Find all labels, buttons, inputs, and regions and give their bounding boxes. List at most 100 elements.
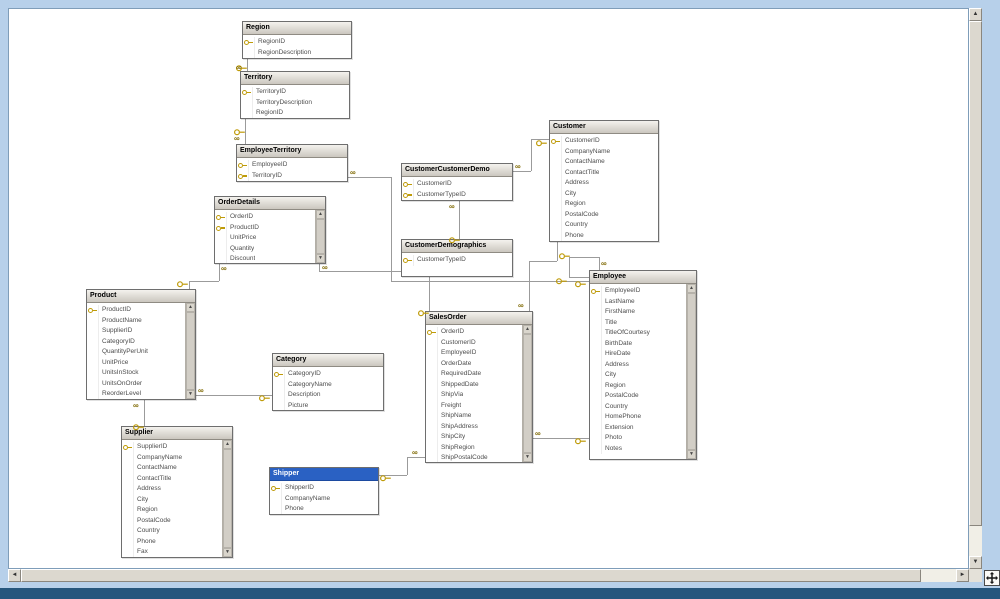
field-row[interactable]: ContactTitle	[550, 168, 658, 179]
field-row[interactable]: CompanyName	[550, 147, 658, 158]
field-row[interactable]: Discount	[215, 254, 315, 263]
table-title[interactable]: Territory	[241, 72, 349, 85]
field-row[interactable]: Phone	[550, 231, 658, 242]
field-row[interactable]: ShipPostalCode	[426, 453, 522, 462]
field-row[interactable]: Notes	[590, 444, 686, 455]
field-row[interactable]: CompanyName	[122, 453, 222, 464]
field-row[interactable]: SupplierID	[122, 442, 222, 453]
table-scrollbar[interactable]: ▲▼	[315, 210, 325, 263]
relationship-segment[interactable]	[407, 457, 425, 458]
table-scroll-thumb[interactable]	[223, 449, 232, 548]
relationship-segment[interactable]	[429, 271, 430, 311]
scroll-up-button[interactable]: ▲	[969, 8, 982, 21]
field-row[interactable]: ShipVia	[426, 390, 522, 401]
table-title[interactable]: EmployeeTerritory	[237, 145, 347, 158]
field-row[interactable]: CategoryName	[273, 380, 383, 391]
table-scroll-thumb[interactable]	[186, 312, 195, 390]
table-scroll-down-button[interactable]: ▼	[316, 254, 325, 263]
table-supplier[interactable]: SupplierSupplierIDCompanyNameContactName…	[121, 426, 233, 558]
field-row[interactable]: ShipRegion	[426, 443, 522, 454]
relationship-segment[interactable]	[407, 457, 408, 475]
table-employeeterritory[interactable]: EmployeeTerritoryEmployeeIDTerritoryID	[236, 144, 348, 182]
relationship-segment[interactable]	[531, 139, 532, 171]
relationship-segment[interactable]	[529, 261, 557, 262]
table-title[interactable]: OrderDetails	[215, 197, 325, 210]
field-row[interactable]: UnitsInStock	[87, 368, 185, 379]
field-row[interactable]: BirthDate	[590, 339, 686, 350]
relationship-segment[interactable]	[529, 261, 530, 311]
field-row[interactable]: ShipAddress	[426, 422, 522, 433]
field-row[interactable]: ContactTitle	[122, 474, 222, 485]
field-row[interactable]: ContactName	[122, 463, 222, 474]
field-row[interactable]: EmployeeID	[237, 160, 347, 171]
field-row[interactable]: ShippedDate	[426, 380, 522, 391]
field-row[interactable]: EmployeeID	[590, 286, 686, 297]
field-row[interactable]: OrderID	[215, 212, 315, 223]
field-row[interactable]: RegionID	[241, 108, 349, 118]
field-row[interactable]: ProductID	[87, 305, 185, 316]
field-row[interactable]: ProductName	[87, 316, 185, 327]
field-row[interactable]: UnitPrice	[215, 233, 315, 244]
table-employee[interactable]: EmployeeEmployeeIDLastNameFirstNameTitle…	[589, 270, 697, 460]
table-category[interactable]: CategoryCategoryIDCategoryNameDescriptio…	[272, 353, 384, 411]
table-scroll-up-button[interactable]: ▲	[186, 303, 195, 312]
table-region[interactable]: RegionRegionIDRegionDescription	[242, 21, 352, 59]
field-row[interactable]: CompanyName	[270, 494, 378, 505]
table-shipper[interactable]: ShipperShipperIDCompanyNamePhone	[269, 467, 379, 515]
field-row[interactable]: UnitPrice	[87, 358, 185, 369]
table-scroll-up-button[interactable]: ▲	[687, 284, 696, 293]
field-row[interactable]: Address	[122, 484, 222, 495]
field-row[interactable]: CustomerID	[426, 338, 522, 349]
field-row[interactable]: City	[550, 189, 658, 200]
field-row[interactable]: Freight	[426, 401, 522, 412]
table-scroll-down-button[interactable]: ▼	[687, 450, 696, 459]
table-scrollbar[interactable]: ▲▼	[185, 303, 195, 399]
field-row[interactable]: ContactName	[550, 157, 658, 168]
field-row[interactable]: ShipperID	[270, 483, 378, 494]
table-orderdetails[interactable]: OrderDetailsOrderIDProductIDUnitPriceQua…	[214, 196, 326, 264]
field-row[interactable]: RequiredDate	[426, 369, 522, 380]
table-scroll-thumb[interactable]	[687, 293, 696, 450]
field-row[interactable]: PostalCode	[122, 516, 222, 527]
field-row[interactable]: Phone	[122, 537, 222, 548]
field-row[interactable]: ShipCity	[426, 432, 522, 443]
field-row[interactable]: Region	[550, 199, 658, 210]
field-row[interactable]: Country	[590, 402, 686, 413]
table-title[interactable]: Customer	[550, 121, 658, 134]
field-row[interactable]: HireDate	[590, 349, 686, 360]
field-row[interactable]: Title	[590, 318, 686, 329]
field-row[interactable]: Region	[122, 505, 222, 516]
table-title[interactable]: SalesOrder	[426, 312, 532, 325]
horizontal-scroll-thumb[interactable]	[21, 569, 921, 582]
scroll-left-button[interactable]: ◄	[8, 569, 21, 582]
field-row[interactable]: City	[122, 495, 222, 506]
table-customer[interactable]: Customer CustomerIDCompanyNameContactName…	[549, 120, 659, 242]
relationship-segment[interactable]	[144, 400, 145, 426]
table-title[interactable]: Region	[243, 22, 351, 35]
table-scroll-down-button[interactable]: ▼	[186, 390, 195, 399]
relationship-segment[interactable]	[219, 264, 220, 281]
field-row[interactable]: PostalCode	[590, 391, 686, 402]
relationship-segment[interactable]	[569, 257, 599, 258]
field-row[interactable]: TerritoryDescription	[241, 98, 349, 109]
vertical-scrollbar[interactable]: ▲ ▼	[969, 8, 982, 569]
field-row[interactable]: ShipName	[426, 411, 522, 422]
field-row[interactable]: CustomerID	[550, 136, 658, 147]
relationship-segment[interactable]	[391, 177, 392, 281]
field-row[interactable]: PostalCode	[550, 210, 658, 221]
table-scroll-down-button[interactable]: ▼	[223, 548, 232, 557]
table-scroll-up-button[interactable]: ▲	[223, 440, 232, 449]
field-row[interactable]: LastName	[590, 297, 686, 308]
field-row[interactable]: RegionDescription	[243, 48, 351, 59]
field-row[interactable]: Extension	[590, 423, 686, 434]
relationship-segment[interactable]	[557, 242, 558, 261]
table-customerdemographics[interactable]: CustomerDemographicsCustomerTypeID	[401, 239, 513, 277]
field-row[interactable]: Fax	[122, 547, 222, 557]
horizontal-scrollbar[interactable]: ◄ ►	[8, 569, 969, 582]
field-row[interactable]: CategoryID	[87, 337, 185, 348]
field-row[interactable]: ProductID	[215, 223, 315, 234]
relationship-segment[interactable]	[319, 264, 320, 271]
table-title[interactable]: Employee	[590, 271, 696, 284]
field-row[interactable]: TitleOfCourtesy	[590, 328, 686, 339]
relationship-segment[interactable]	[348, 177, 391, 178]
